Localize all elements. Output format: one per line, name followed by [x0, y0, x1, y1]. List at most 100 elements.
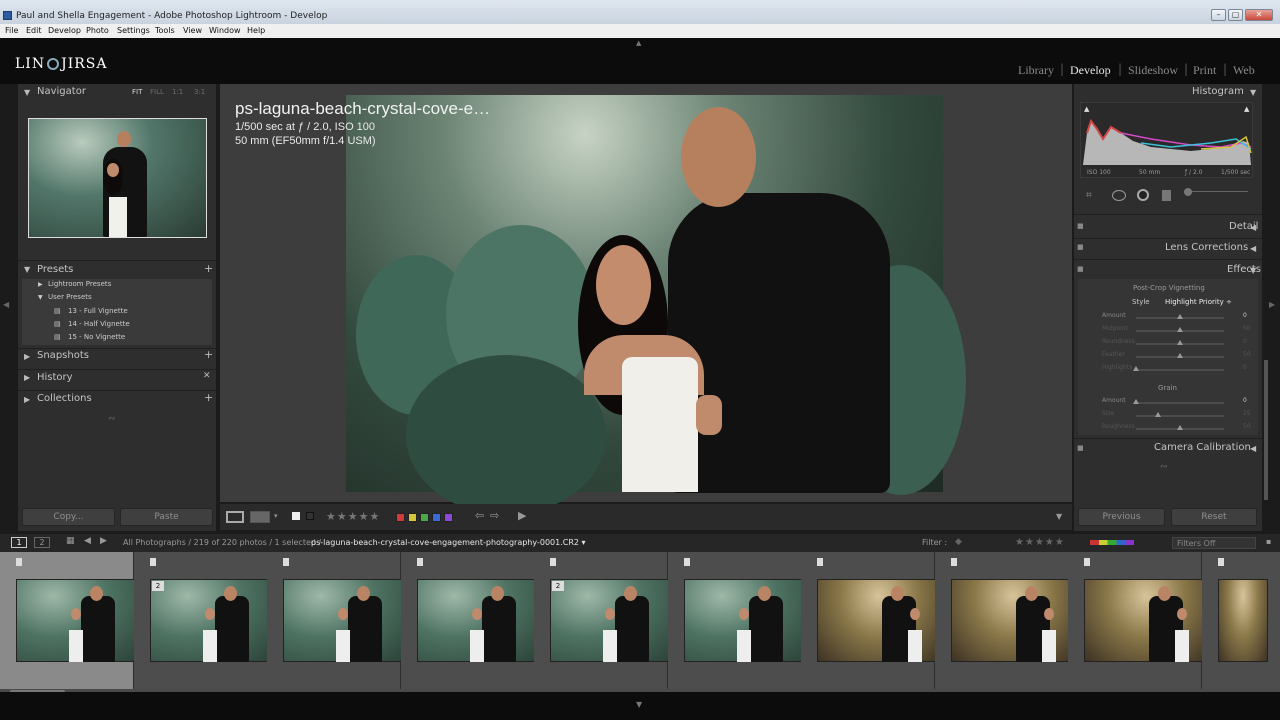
loupe-view-icon[interactable]	[226, 511, 244, 523]
histogram-chart[interactable]: ▲ ▲ ISO 100 50 mm ƒ / 2.0 1/500 sec	[1080, 102, 1253, 178]
maximize-button[interactable]: ▢	[1228, 9, 1243, 21]
slider-knob[interactable]	[1177, 353, 1183, 358]
snapshots-expand-icon[interactable]: ▶	[24, 352, 30, 361]
collections-title[interactable]: Collections	[37, 393, 92, 404]
flag-icon[interactable]	[951, 558, 957, 566]
filter-lock-icon[interactable]: ▪	[1266, 537, 1271, 546]
flag-icon[interactable]	[16, 558, 22, 566]
lens-expand-icon[interactable]: ◀	[1250, 244, 1256, 253]
histogram-collapse-icon[interactable]: ▼	[1250, 88, 1256, 97]
zoom-3-1[interactable]: 3:1	[194, 88, 205, 96]
panel-toggle-icon[interactable]: ■	[1077, 243, 1084, 251]
preset-folder-user[interactable]: User Presets	[48, 293, 92, 301]
filmstrip-thumbnail[interactable]	[417, 579, 541, 662]
collapse-icon[interactable]: ▼	[38, 294, 43, 301]
rating-stars[interactable]: ★★★★★	[326, 510, 380, 523]
back-arrow-icon[interactable]: ◀	[84, 536, 91, 546]
main-photo[interactable]	[346, 95, 966, 515]
crop-tool-icon[interactable]: ⌗	[1086, 190, 1092, 201]
effects-collapse-icon[interactable]: ▼	[1250, 266, 1256, 275]
zoom-1-1[interactable]: 1:1	[172, 88, 183, 96]
rating-filter-stars[interactable]: ★★★★★	[1015, 537, 1065, 548]
menu-window[interactable]: Window	[209, 26, 241, 35]
graduated-filter-icon[interactable]	[1162, 190, 1171, 201]
navigator-preview-image[interactable]	[28, 118, 207, 238]
before-after-view-icon[interactable]	[250, 511, 270, 523]
adjustment-brush-icon[interactable]	[1184, 188, 1248, 197]
flag-icon[interactable]	[1218, 558, 1224, 566]
second-window-button[interactable]: 2	[34, 537, 50, 548]
collections-expand-icon[interactable]: ▶	[24, 395, 30, 404]
module-develop[interactable]: Develop	[1070, 63, 1111, 78]
expand-icon[interactable]: ▶	[38, 281, 43, 288]
menu-tools[interactable]: Tools	[155, 26, 175, 35]
slider-knob[interactable]	[1133, 399, 1139, 404]
menu-help[interactable]: Help	[247, 26, 265, 35]
color-label-red[interactable]	[396, 513, 405, 522]
navigator-collapse-icon[interactable]: ▼	[24, 88, 30, 97]
flag-icon[interactable]	[817, 558, 823, 566]
flag-icon[interactable]	[684, 558, 690, 566]
module-slideshow[interactable]: Slideshow	[1128, 63, 1178, 78]
filmstrip-thumbnail[interactable]	[550, 579, 674, 662]
flag-filter-icon[interactable]: ◆	[955, 537, 962, 547]
flag-icon[interactable]	[550, 558, 556, 566]
toolbar-options-dropdown-icon[interactable]: ▼	[1056, 512, 1062, 521]
stack-count-badge[interactable]: 2	[552, 581, 564, 591]
color-filter-swatches[interactable]	[1090, 540, 1134, 545]
calibration-expand-icon[interactable]: ◀	[1250, 444, 1256, 453]
color-label-purple[interactable]	[444, 513, 453, 522]
slider-knob[interactable]	[1177, 327, 1183, 332]
preset-item[interactable]: 13 - Full Vignette	[68, 307, 128, 315]
flag-icon[interactable]	[283, 558, 289, 566]
slider-track[interactable]	[1136, 402, 1224, 404]
module-print[interactable]: Print	[1193, 63, 1216, 78]
pick-flag-icon[interactable]	[292, 512, 300, 520]
reset-button[interactable]: Reset	[1171, 508, 1257, 526]
presets-collapse-icon[interactable]: ▼	[24, 265, 30, 274]
preset-folder-lightroom[interactable]: Lightroom Presets	[48, 280, 111, 288]
shadow-clipping-icon[interactable]: ▲	[1084, 105, 1089, 113]
collapse-filmstrip-icon[interactable]: ▼	[636, 700, 642, 709]
paste-button[interactable]: Paste	[120, 508, 213, 526]
minimize-button[interactable]: –	[1211, 9, 1226, 21]
zoom-fill[interactable]: FILL	[150, 88, 164, 96]
panel-toggle-icon[interactable]: ■	[1077, 265, 1084, 273]
highlight-clipping-icon[interactable]: ▲	[1244, 105, 1249, 113]
filmstrip-source[interactable]: All Photographs / 219 of 220 photos / 1 …	[123, 538, 321, 547]
style-dropdown[interactable]: Highlight Priority ÷	[1165, 298, 1232, 306]
flag-icon[interactable]	[417, 558, 423, 566]
filmstrip-thumbnail[interactable]	[817, 579, 941, 662]
camera-calibration-title[interactable]: Camera Calibration	[1154, 442, 1251, 453]
main-window-button[interactable]: 1	[11, 537, 27, 548]
add-collection-icon[interactable]: +	[204, 391, 213, 404]
slider-knob[interactable]	[1177, 314, 1183, 319]
history-expand-icon[interactable]: ▶	[24, 373, 30, 382]
menu-view[interactable]: View	[183, 26, 202, 35]
add-snapshot-icon[interactable]: +	[204, 348, 213, 361]
menu-develop[interactable]: Develop	[48, 26, 81, 35]
view-options-dropdown-icon[interactable]: ▾	[274, 512, 278, 520]
next-photo-arrow-icon[interactable]: ⇨	[490, 509, 499, 522]
copy-button[interactable]: Copy...	[22, 508, 115, 526]
reject-flag-icon[interactable]	[306, 512, 314, 520]
right-panel-scrollbar[interactable]	[1264, 360, 1268, 500]
menu-photo[interactable]: Photo	[86, 26, 109, 35]
close-button[interactable]: ✕	[1245, 9, 1273, 21]
lens-corrections-title[interactable]: Lens Corrections	[1165, 242, 1248, 253]
filmstrip-thumbnail[interactable]	[150, 579, 274, 662]
flag-icon[interactable]	[150, 558, 156, 566]
spot-removal-icon[interactable]	[1112, 190, 1126, 201]
panel-toggle-icon[interactable]: ■	[1077, 444, 1084, 452]
color-label-blue[interactable]	[432, 513, 441, 522]
panel-toggle-icon[interactable]: ■	[1077, 222, 1084, 230]
clear-history-icon[interactable]: ✕	[203, 371, 211, 381]
color-label-yellow[interactable]	[408, 513, 417, 522]
collapse-top-panel-icon[interactable]: ▲	[636, 39, 641, 47]
previous-button[interactable]: Previous	[1078, 508, 1165, 526]
slider-knob[interactable]	[1177, 425, 1183, 430]
add-preset-icon[interactable]: +	[204, 262, 213, 275]
zoom-fit[interactable]: FIT	[132, 88, 142, 96]
color-label-green[interactable]	[420, 513, 429, 522]
stack-count-badge[interactable]: 2	[152, 581, 164, 591]
